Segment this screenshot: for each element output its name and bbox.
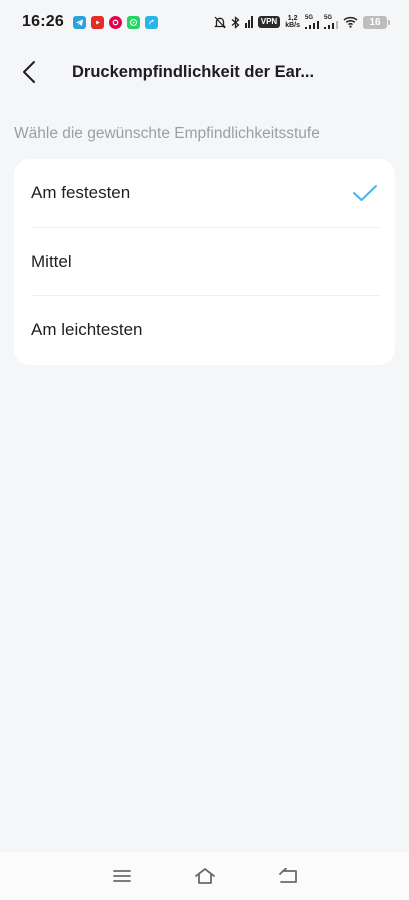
menu-icon xyxy=(112,870,131,882)
screen: 16:26 VPN 1,2 kB/s 5G 5G 16 Druckempfind… xyxy=(0,0,409,900)
signal-bars-icon xyxy=(244,16,253,28)
home-icon xyxy=(194,868,215,884)
system-nav-bar xyxy=(0,852,409,900)
page-title: Druckempfindlichkeit der Ear... xyxy=(72,62,315,81)
status-right: VPN 1,2 kB/s 5G 5G 16 xyxy=(213,15,390,29)
option-label: Mittel xyxy=(31,251,72,271)
vpn-badge: VPN xyxy=(257,16,281,28)
whatsapp-icon xyxy=(126,15,140,29)
sim2-signal: 5G xyxy=(324,15,338,29)
nav-menu-button[interactable] xyxy=(102,856,142,896)
check-icon xyxy=(352,184,378,202)
nav-home-button[interactable] xyxy=(185,856,225,896)
status-bar: 16:26 VPN 1,2 kB/s 5G 5G 16 xyxy=(0,0,409,44)
chevron-left-icon xyxy=(23,61,35,83)
bluetooth-icon xyxy=(231,15,240,29)
network-speed: 1,2 kB/s xyxy=(285,15,300,29)
section-label: Wähle die gewünschte Empfindlichkeitsstu… xyxy=(14,125,320,142)
network-speed-value: 1,2 xyxy=(287,15,298,22)
back-button[interactable] xyxy=(22,50,62,94)
sim1-bars-icon xyxy=(305,21,319,29)
youtube-icon xyxy=(90,15,104,29)
clock: 16:26 xyxy=(22,13,64,30)
messenger-icon xyxy=(144,15,158,29)
battery-indicator: 16 xyxy=(363,15,390,29)
telegram-icon xyxy=(72,15,86,29)
sensitivity-options-card: Am festesten Mittel Am leichtesten xyxy=(14,159,395,365)
option-mittel[interactable]: Mittel xyxy=(31,227,380,295)
option-am-leichtesten[interactable]: Am leichtesten xyxy=(31,295,380,363)
wifi-icon xyxy=(343,16,358,28)
bell-muted-icon xyxy=(213,16,226,29)
option-label: Am festesten xyxy=(31,183,131,202)
app-header: Druckempfindlichkeit der Ear... xyxy=(0,50,409,94)
back-icon xyxy=(278,868,297,883)
sim1-signal: 5G xyxy=(305,15,319,29)
app-notification-icon xyxy=(108,15,122,29)
option-label: Am leichtesten xyxy=(31,319,143,339)
status-left: 16:26 xyxy=(22,13,158,31)
sim2-bars-icon xyxy=(324,21,338,29)
nav-back-button[interactable] xyxy=(268,856,308,896)
network-speed-unit: kB/s xyxy=(285,22,300,29)
option-am-festesten[interactable]: Am festesten xyxy=(31,159,380,227)
